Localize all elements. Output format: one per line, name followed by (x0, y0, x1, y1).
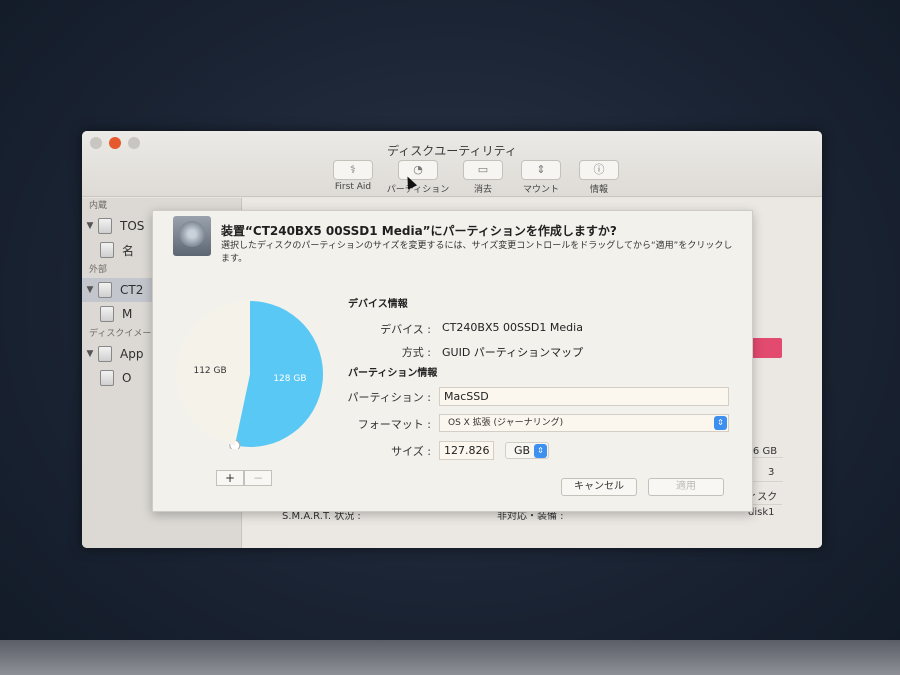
sidebar-item-label: O (122, 371, 132, 385)
device-value: CT240BX5 00SSD1 Media (442, 321, 583, 334)
partition-add-remove: + − (216, 470, 272, 486)
partition-label: パーティション (386, 185, 450, 195)
title-bar: ディスクユーティリティ ⚕ First Aid ◔ パーティション ▭ 消去 ⇕… (82, 131, 822, 197)
size-label: サイズ : (391, 445, 431, 458)
hard-drive-icon (173, 216, 211, 256)
stethoscope-icon: ⚕ (333, 160, 373, 180)
disclosure-triangle-icon[interactable]: ▼ (82, 349, 98, 359)
mount-label: マウント (522, 185, 559, 195)
sheet-description: 選択したディスクのパーティションのサイズを変更するには、サイズ変更コントロールを… (221, 241, 733, 264)
partition-name-input[interactable]: MacSSD (439, 387, 729, 406)
partition-sheet: 装置“CT240BX5 00SSD1 Media”にパーティションを作成しますか… (152, 210, 753, 512)
disclosure-triangle-icon[interactable]: ▼ (82, 221, 98, 231)
first-aid-label: First Aid (334, 182, 372, 192)
erase-icon: ▭ (463, 160, 503, 180)
cancel-button[interactable]: キャンセル (561, 478, 637, 496)
partition-pie-svg[interactable]: 128 GB 112 GB (175, 299, 325, 451)
pie-slice-label: 128 GB (273, 374, 306, 384)
info-button[interactable]: ⓘ 情報 (573, 160, 625, 195)
first-aid-button[interactable]: ⚕ First Aid (327, 160, 379, 195)
sidebar-item-label: 名 (122, 243, 135, 258)
window-title: ディスクユーティリティ (387, 144, 517, 158)
popup-arrows-icon: ⇕ (534, 444, 547, 458)
sidebar-item-label: App (120, 347, 144, 361)
usage-bar-segment (748, 338, 782, 358)
sidebar-item-label: CT2 (120, 283, 144, 297)
format-label: フォーマット : (357, 418, 431, 431)
volume-icon (100, 370, 114, 386)
pie-slice-label: 112 GB (193, 366, 226, 376)
scheme-label: 方式 : (401, 346, 431, 359)
remove-partition-button[interactable]: − (244, 470, 272, 486)
device-info-header: デバイス情報 (348, 299, 408, 310)
add-partition-button[interactable]: + (216, 470, 244, 486)
format-select[interactable]: OS X 拡張 (ジャーナリング) ⇕ (439, 414, 729, 432)
apply-button[interactable]: 適用 (648, 478, 724, 496)
toolbar: ⚕ First Aid ◔ パーティション ▭ 消去 ⇕ マウント ⓘ 情報 (327, 160, 625, 195)
partition-info-header: パーティション情報 (348, 368, 438, 379)
volume-icon (100, 306, 114, 322)
info-icon: ⓘ (579, 160, 619, 180)
size-unit-select[interactable]: GB ⇕ (505, 442, 549, 459)
size-input[interactable]: 127.826 (439, 441, 494, 460)
info-label: 情報 (589, 185, 608, 195)
disk-image-icon (98, 346, 112, 362)
monitor-bezel (0, 640, 900, 675)
popup-arrows-icon: ⇕ (714, 416, 727, 430)
mount-icon: ⇕ (521, 160, 561, 180)
partition-pie-chart[interactable]: 128 GB 112 GB (175, 299, 325, 453)
format-selected-value: OS X 拡張 (ジャーナリング) (448, 418, 564, 428)
scheme-value: GUID パーティションマップ (442, 346, 584, 359)
mount-button[interactable]: ⇕ マウント (515, 160, 567, 195)
partition-name-label: パーティション : (347, 391, 431, 404)
sidebar-item-label: M (122, 307, 133, 321)
partition-button[interactable]: ◔ パーティション (385, 160, 451, 195)
sheet-title: 装置“CT240BX5 00SSD1 Media”にパーティションを作成しますか… (221, 224, 617, 238)
erase-button[interactable]: ▭ 消去 (457, 160, 509, 195)
sidebar-item-label: TOS (120, 219, 145, 233)
disclosure-triangle-icon[interactable]: ▼ (82, 285, 98, 295)
disk-icon (98, 282, 112, 298)
device-label: デバイス : (380, 323, 431, 336)
child-count-value: 3 (768, 467, 775, 478)
volume-icon (100, 242, 114, 258)
size-unit-value: GB (514, 444, 531, 457)
erase-label: 消去 (473, 185, 492, 195)
disk-icon (98, 218, 112, 234)
